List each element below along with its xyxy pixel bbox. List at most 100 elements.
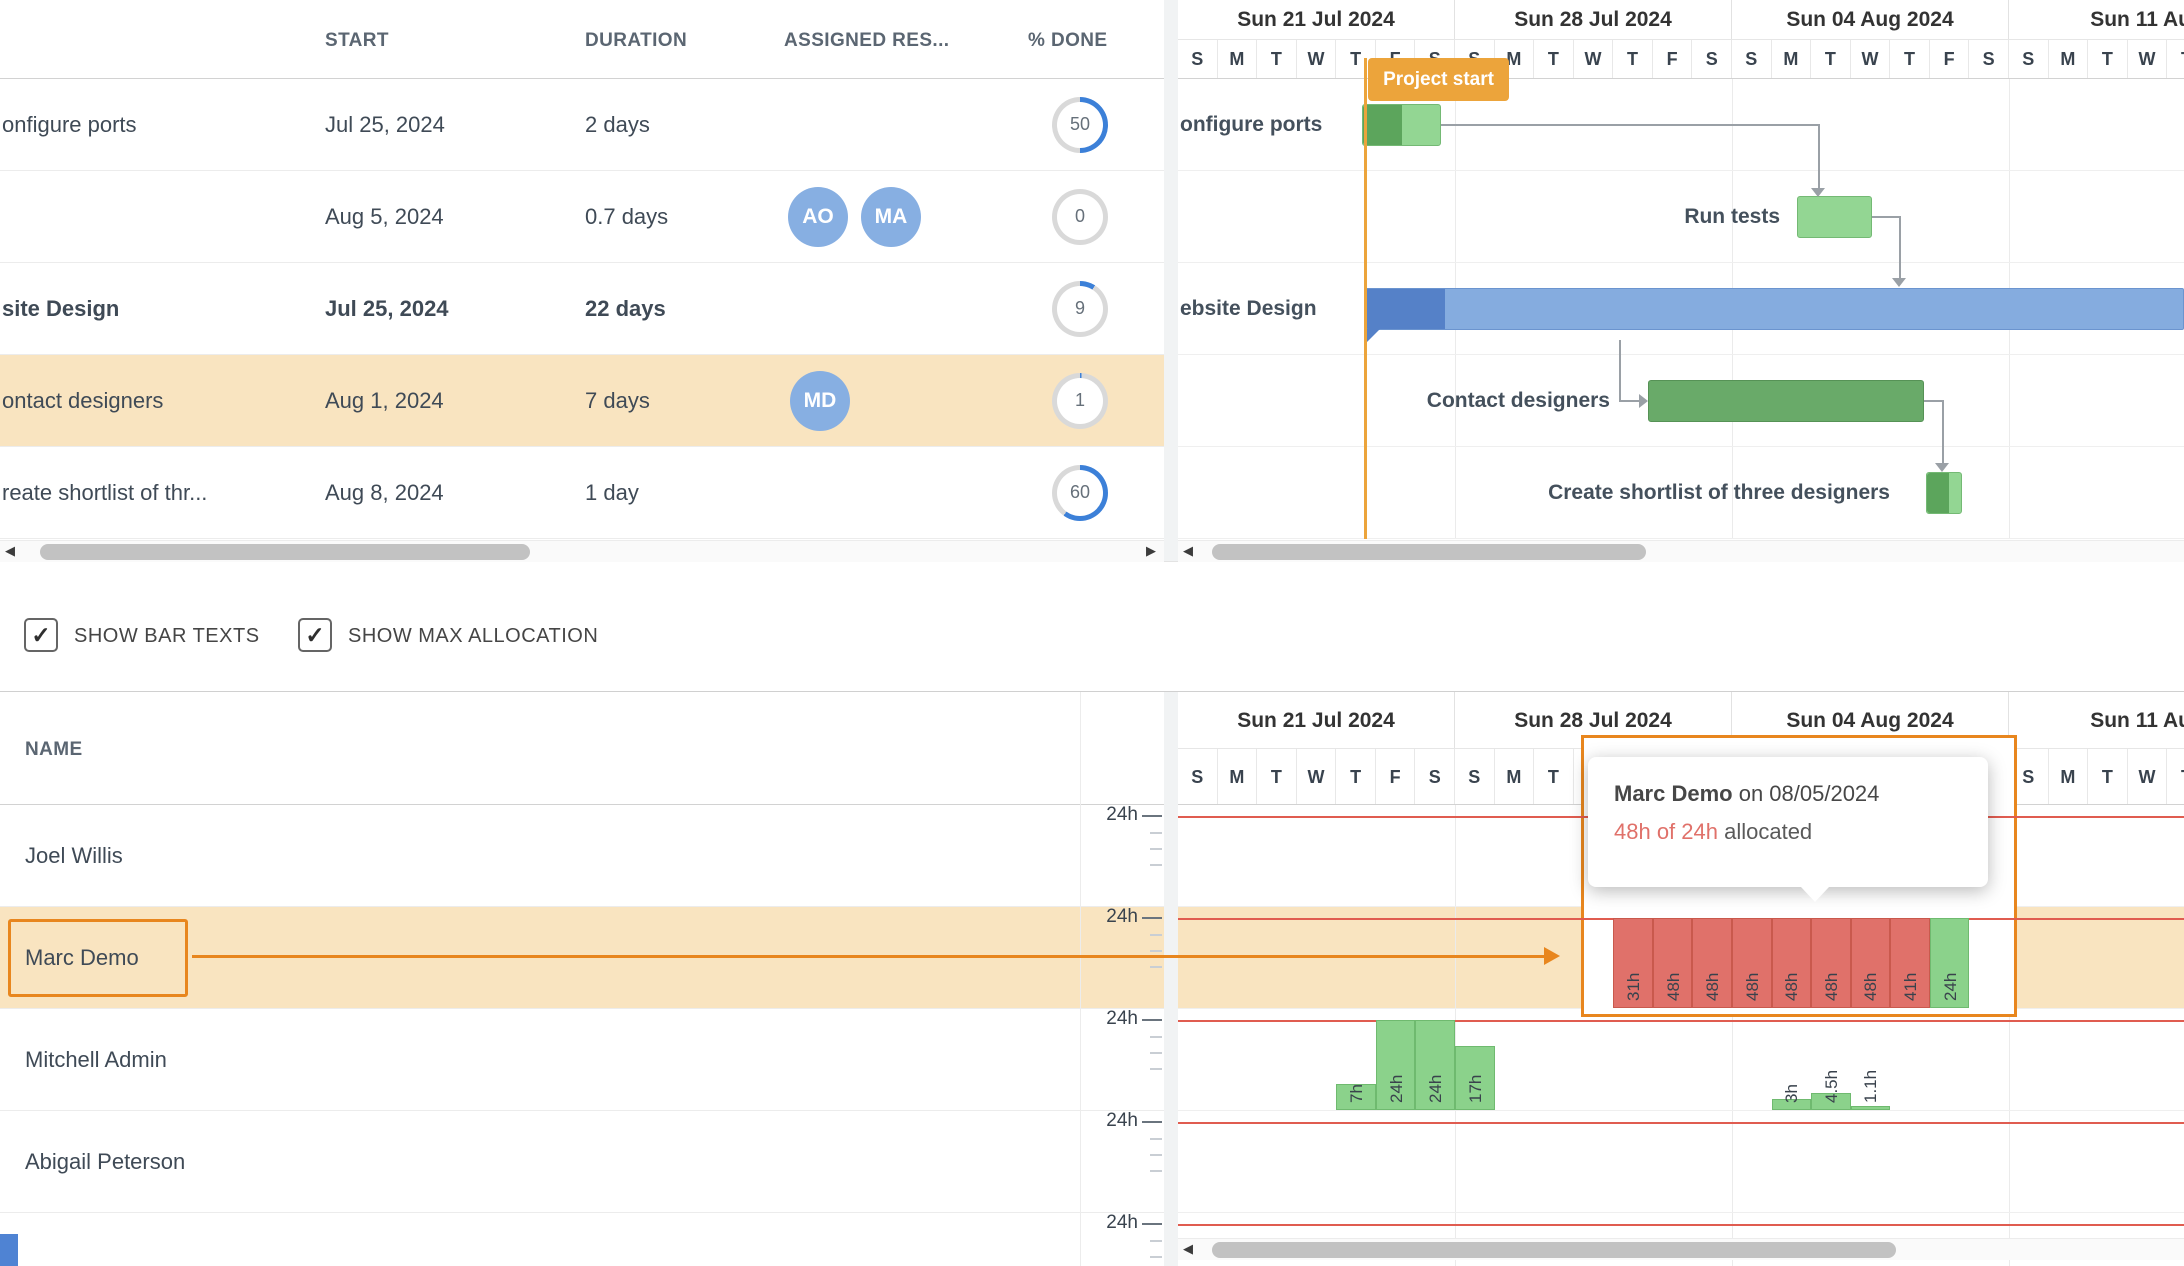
percent-done-ring: 50	[1052, 97, 1108, 153]
histogram-bar-label: 48h	[1703, 973, 1723, 1001]
row-gridline	[1178, 170, 2184, 171]
day-letter-cell: S	[1969, 40, 2009, 78]
dependency-line	[1441, 124, 1820, 126]
row-gridline	[1178, 354, 2184, 355]
day-letter-cell: W	[1851, 40, 1891, 78]
row-gridline	[1178, 446, 2184, 447]
day-letter-cell: F	[1930, 40, 1970, 78]
scroll-right-icon[interactable]: ▶	[1146, 543, 1156, 559]
bottom-splitter[interactable]	[1164, 692, 1178, 1266]
column-header-duration[interactable]: DURATION	[585, 30, 687, 52]
task-bar-run-tests[interactable]	[1797, 196, 1872, 238]
histogram-chart-hscrollbar: ◀	[1178, 1238, 2184, 1260]
show-max-allocation-checkbox[interactable]: ✓	[298, 618, 332, 652]
dependency-line	[1619, 400, 1641, 402]
task-bar-website-design[interactable]	[1364, 288, 2184, 330]
tooltip-allocation: 48h of 24h allocated	[1614, 819, 1962, 845]
show-max-allocation-label: SHOW MAX ALLOCATION	[348, 625, 598, 648]
gantt-row-create-shortlist[interactable]: reate shortlist of thr... Aug 8, 2024 1 …	[0, 447, 1164, 539]
histogram-bar[interactable]	[1851, 1106, 1891, 1110]
gantt-row-configure-ports[interactable]: onfigure ports Jul 25, 2024 2 days 50	[0, 79, 1164, 171]
corner-scroll-indicator	[0, 1234, 18, 1266]
dependency-line	[1899, 216, 1901, 280]
task-name: onfigure ports	[2, 112, 137, 138]
scrollbar-thumb[interactable]	[1212, 544, 1646, 560]
gantt-chart-hscrollbar: ◀	[1178, 540, 2184, 562]
task-name: ontact designers	[2, 388, 163, 414]
resource-row-abigail-peterson[interactable]: Abigail Peterson	[0, 1111, 1164, 1213]
task-start: Aug 5, 2024	[325, 204, 444, 230]
gantt-grid-header: START DURATION ASSIGNED RES... % DONE	[0, 0, 1164, 79]
gantt-grid-hscrollbar: ◀ ▶	[0, 540, 1164, 562]
project-start-line	[1364, 58, 1367, 539]
day-letter-cell: M	[1218, 40, 1258, 78]
dependency-line	[1942, 400, 1944, 465]
histogram-bar-label: 17h	[1466, 1075, 1486, 1103]
dependency-arrow-icon	[1639, 394, 1648, 408]
task-bar-label: Run tests	[1684, 205, 1780, 229]
day-letter-cell: F	[1653, 40, 1693, 78]
dependency-line	[1872, 216, 1901, 218]
scrollbar-thumb[interactable]	[1212, 1242, 1896, 1258]
resource-name: Abigail Peterson	[25, 1149, 185, 1175]
day-letter-cell: M	[1772, 40, 1812, 78]
task-bar-label: ebsite Design	[1180, 297, 1317, 321]
gantt-grid: START DURATION ASSIGNED RES... % DONE on…	[0, 0, 1164, 540]
show-bar-texts-checkbox[interactable]: ✓	[24, 618, 58, 652]
top-splitter[interactable]	[1164, 0, 1178, 562]
task-start: Jul 25, 2024	[325, 296, 449, 322]
day-letter-cell: M	[2049, 40, 2089, 78]
scroll-left-icon[interactable]: ◀	[1183, 543, 1193, 559]
column-header-resources[interactable]: ASSIGNED RES...	[784, 30, 949, 52]
resource-row-mitchell-admin[interactable]: Mitchell Admin	[0, 1009, 1164, 1111]
histogram-bar-label: 7h	[1347, 1084, 1367, 1103]
avatar: MD	[790, 371, 850, 431]
task-bar-label: onfigure ports	[1180, 113, 1322, 137]
task-bar-contact-designers[interactable]	[1648, 380, 1924, 422]
histogram-bar-label: 1.1h	[1861, 1070, 1881, 1103]
task-bar-create-shortlist[interactable]	[1926, 472, 1962, 514]
dependency-arrow-icon	[1892, 278, 1906, 287]
column-header-done[interactable]: % DONE	[1028, 30, 1107, 52]
scroll-left-icon[interactable]: ◀	[1183, 1241, 1193, 1257]
dependency-line	[1818, 124, 1820, 190]
resource-row-joel-willis[interactable]: Joel Willis	[0, 805, 1164, 907]
resource-name: Joel Willis	[25, 843, 123, 869]
highlight-arrow-line	[192, 955, 1544, 958]
day-letter-cell: T	[1811, 40, 1851, 78]
resource-name: Mitchell Admin	[25, 1047, 167, 1073]
gantt-row-contact-designers[interactable]: ontact designers Aug 1, 2024 7 days MD 1	[0, 355, 1164, 447]
task-name: reate shortlist of thr...	[2, 480, 207, 506]
task-duration: 7 days	[585, 388, 650, 414]
gantt-row-run-tests[interactable]: Aug 5, 2024 0.7 days AO MA 0	[0, 171, 1164, 263]
dependency-arrow-icon	[1811, 188, 1825, 197]
gantt-row-website-design[interactable]: site Design Jul 25, 2024 22 days 9	[0, 263, 1164, 355]
avatar: MA	[861, 187, 921, 247]
week-header-cell: Sun 04 Aug 2024	[1732, 0, 2009, 39]
task-start: Jul 25, 2024	[325, 112, 445, 138]
avatar: AO	[788, 187, 848, 247]
histogram-chart: Sun 21 Jul 2024 Sun 28 Jul 2024 Sun 04 A…	[1178, 692, 2184, 1266]
column-header-start[interactable]: START	[325, 30, 389, 52]
day-letter-cell: T	[1890, 40, 1930, 78]
day-letter-cell: T	[1534, 40, 1574, 78]
task-duration: 1 day	[585, 480, 639, 506]
day-letter-cell: T	[2167, 40, 2184, 78]
row-gridline	[1178, 262, 2184, 263]
task-bar-configure-ports[interactable]	[1362, 104, 1441, 146]
day-letter-cell: S	[1732, 40, 1772, 78]
day-letter-cell: T	[1257, 40, 1297, 78]
scroll-left-icon[interactable]: ◀	[5, 543, 15, 559]
week-header-cell: Sun 28 Jul 2024	[1455, 0, 1732, 39]
histogram-bar-label: 24h	[1426, 1075, 1446, 1103]
scrollbar-thumb[interactable]	[40, 544, 530, 560]
task-start: Aug 1, 2024	[325, 388, 444, 414]
highlight-arrow-icon	[1544, 947, 1560, 965]
column-header-name[interactable]: NAME	[25, 739, 83, 761]
day-letter-cell: W	[1574, 40, 1614, 78]
day-letter-cell: W	[2128, 40, 2168, 78]
histogram-toolbar: ✓ SHOW BAR TEXTS ✓ SHOW MAX ALLOCATION	[0, 562, 2184, 691]
task-duration: 22 days	[585, 296, 666, 322]
histogram-bar-label: 48h	[1861, 973, 1881, 1001]
week-header-cell: Sun 21 Jul 2024	[1178, 0, 1455, 39]
